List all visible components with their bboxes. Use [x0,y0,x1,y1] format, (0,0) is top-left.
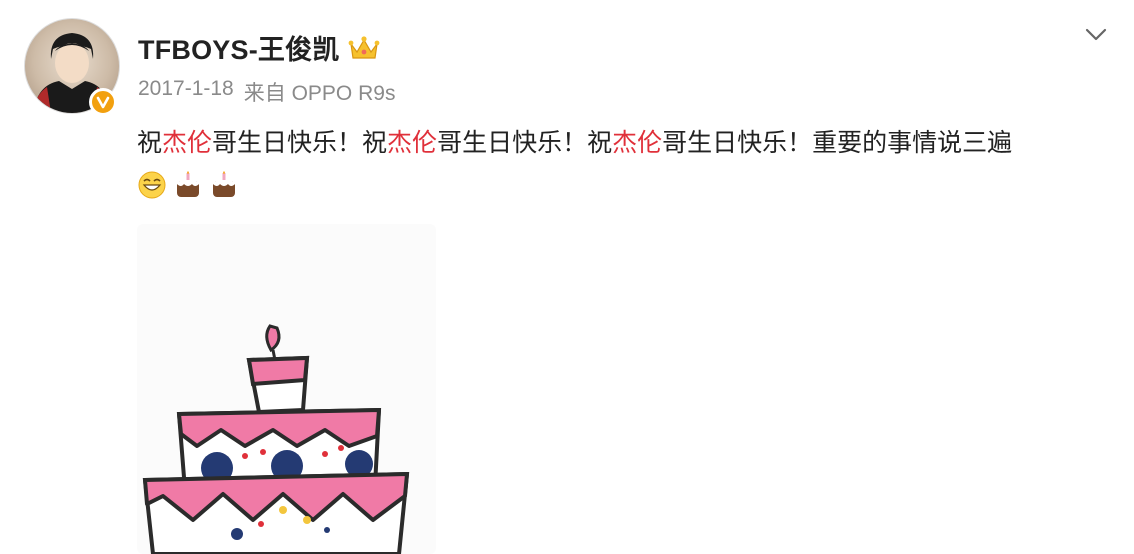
highlight-name[interactable]: 杰伦 [387,129,437,157]
grin-emoji-icon [138,171,166,199]
chevron-down-icon[interactable] [1082,24,1110,46]
author-name[interactable]: TFBOYS-王俊凯 [138,28,340,67]
post-date[interactable]: 2017-1-18 [138,77,234,107]
post-text: 祝杰伦哥生日快乐！祝杰伦哥生日快乐！祝杰伦哥生日快乐！重要的事情说三遍 [137,124,1012,162]
cake-icon [213,171,235,197]
highlight-name[interactable]: 杰伦 [612,129,662,157]
text-segment: 哥生日快乐！重要的事情说三遍 [662,129,1013,157]
highlight-name[interactable]: 杰伦 [162,129,212,157]
post-image[interactable] [137,224,436,554]
text-segment: 哥生日快乐！祝 [437,129,613,157]
text-segment: 哥生日快乐！祝 [212,129,388,157]
post-source[interactable]: 来自 OPPO R9s [244,77,396,107]
text-segment: 祝 [137,129,163,157]
verified-badge-icon [89,88,117,116]
cake-icon [177,171,199,197]
emoji-row [137,170,239,200]
crown-icon[interactable] [348,34,380,62]
birthday-cake-drawing [142,324,410,554]
